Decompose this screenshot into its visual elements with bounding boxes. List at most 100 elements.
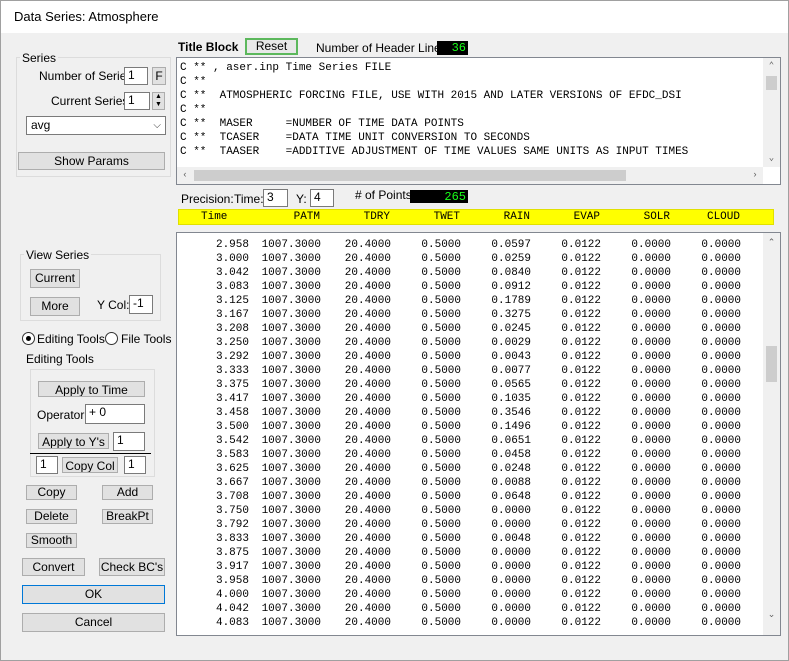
- table-cell: 0.5000: [421, 617, 461, 629]
- title-block-hscroll[interactable]: ‹ ›: [177, 167, 763, 184]
- precision-label: Precision:: [181, 192, 234, 206]
- table-row: 4.000 1007.3000 20.4000 0.5000 0.0000 0.0122 0…: [177, 588, 762, 602]
- title-block-line: C ** , aser.inp Time Series FILE: [180, 62, 392, 74]
- view-more-button[interactable]: More: [30, 297, 80, 316]
- data-vscroll[interactable]: ⌃ ⌄: [763, 233, 780, 635]
- table-cell: 0.0000: [701, 491, 741, 503]
- breakpt-button[interactable]: BreakPt: [102, 509, 153, 524]
- precision-time-input[interactable]: 3: [263, 189, 288, 207]
- ok-button[interactable]: OK: [22, 585, 165, 604]
- table-cell: 3.000: [215, 253, 249, 265]
- data-scroll-thumb[interactable]: [766, 346, 777, 382]
- table-cell: 0.0122: [561, 547, 601, 559]
- table-cell: 3.667: [215, 477, 249, 489]
- table-cell: 0.0000: [631, 575, 671, 587]
- table-cell: 1007.3000: [261, 435, 321, 447]
- table-cell: 0.0000: [701, 617, 741, 629]
- table-cell: 4.083: [215, 617, 249, 629]
- apply-to-time-button[interactable]: Apply to Time: [38, 381, 145, 397]
- table-cell: 0.0122: [561, 505, 601, 517]
- table-row: 3.292 1007.3000 20.4000 0.5000 0.0043 0.0122 0…: [177, 350, 762, 364]
- table-cell: 1007.3000: [261, 421, 321, 433]
- table-row: 3.792 1007.3000 20.4000 0.5000 0.0000 0.0122 0…: [177, 518, 762, 532]
- table-cell: 1007.3000: [261, 617, 321, 629]
- table-cell: 0.0000: [701, 393, 741, 405]
- table-row: 3.417 1007.3000 20.4000 0.5000 0.1035 0.0122 0…: [177, 392, 762, 406]
- copy-col-from-input[interactable]: 1: [36, 456, 58, 474]
- convert-button[interactable]: Convert: [22, 558, 85, 576]
- table-cell: 0.0122: [561, 533, 601, 545]
- precision-y-input[interactable]: 4: [310, 189, 334, 207]
- file-tools-radio-label[interactable]: File Tools: [121, 332, 171, 346]
- table-cell: 0.0122: [561, 323, 601, 335]
- table-cell: 1007.3000: [261, 323, 321, 335]
- table-cell: 20.4000: [344, 547, 391, 559]
- table-cell: 0.1035: [491, 393, 531, 405]
- cancel-button[interactable]: Cancel: [22, 613, 165, 632]
- add-button[interactable]: Add: [102, 485, 153, 500]
- title-bar[interactable]: Data Series: Atmosphere: [1, 1, 788, 33]
- copy-button[interactable]: Copy: [26, 485, 77, 500]
- table-cell: 0.0000: [701, 351, 741, 363]
- scroll-thumb[interactable]: [766, 76, 777, 90]
- table-cell: 0.0122: [561, 477, 601, 489]
- title-block-vscroll[interactable]: ⌃ ⌄: [763, 58, 780, 167]
- table-cell: 3.917: [215, 561, 249, 573]
- spin-up-icon[interactable]: ▲: [153, 93, 164, 101]
- table-row: 3.542 1007.3000 20.4000 0.5000 0.0651 0.0122 0…: [177, 434, 762, 448]
- number-of-series-input[interactable]: 1: [124, 67, 148, 85]
- editing-tools-radio[interactable]: [22, 332, 35, 345]
- scroll-down-icon[interactable]: ⌄: [766, 153, 777, 163]
- table-cell: 20.4000: [344, 477, 391, 489]
- table-row: 3.500 1007.3000 20.4000 0.5000 0.1496 0.0122 0…: [177, 420, 762, 434]
- apply-to-ys-input[interactable]: 1: [113, 432, 145, 451]
- current-series-input[interactable]: 1: [124, 92, 150, 110]
- data-table[interactable]: 2.958 1007.3000 20.4000 0.5000 0.0597 0.0122 0…: [176, 232, 781, 636]
- precision-y-label: Y:: [296, 192, 307, 206]
- hscroll-thumb[interactable]: [194, 170, 626, 181]
- table-cell: 0.5000: [421, 519, 461, 531]
- table-cell: 20.4000: [344, 533, 391, 545]
- table-cell: 0.0122: [561, 463, 601, 475]
- scroll-up-icon[interactable]: ⌃: [766, 61, 777, 71]
- table-row: 3.667 1007.3000 20.4000 0.5000 0.0088 0.0122 0…: [177, 476, 762, 490]
- ycol-input[interactable]: -1: [129, 295, 153, 314]
- table-cell: 1007.3000: [261, 505, 321, 517]
- copy-col-to-input[interactable]: 1: [124, 456, 146, 474]
- scroll-left-icon[interactable]: ‹: [180, 170, 190, 180]
- check-bcs-button[interactable]: Check BC's: [99, 558, 165, 576]
- copy-col-button[interactable]: Copy Col: [62, 457, 118, 473]
- table-cell: 0.0000: [701, 295, 741, 307]
- table-cell: 20.4000: [344, 309, 391, 321]
- view-current-button[interactable]: Current: [30, 269, 80, 288]
- table-cell: 0.0122: [561, 253, 601, 265]
- reset-button[interactable]: Reset: [245, 38, 298, 55]
- data-scroll-up-icon[interactable]: ⌃: [766, 237, 777, 247]
- header-lines-label: Number of Header Lines:: [316, 41, 451, 55]
- series-select[interactable]: avg ⌵: [26, 116, 166, 135]
- show-params-button[interactable]: Show Params: [18, 152, 165, 170]
- series-f-button[interactable]: F: [152, 67, 166, 85]
- operator-input[interactable]: + 0: [85, 404, 145, 424]
- table-cell: 0.0000: [701, 533, 741, 545]
- table-cell: 0.0122: [561, 365, 601, 377]
- table-cell: 0.0248: [491, 463, 531, 475]
- table-cell: 0.0000: [701, 519, 741, 531]
- spin-down-icon[interactable]: ▼: [153, 101, 164, 109]
- delete-button[interactable]: Delete: [26, 509, 77, 524]
- table-cell: 0.0000: [491, 589, 531, 601]
- apply-to-ys-button[interactable]: Apply to Y's: [38, 433, 109, 449]
- table-cell: 0.1496: [491, 421, 531, 433]
- table-cell: 0.0000: [631, 351, 671, 363]
- smooth-button[interactable]: Smooth: [26, 533, 77, 548]
- file-tools-radio[interactable]: [105, 332, 118, 345]
- editing-tools-radio-label[interactable]: Editing Tools: [37, 332, 105, 346]
- table-cell: 0.5000: [421, 547, 461, 559]
- title-block-textarea[interactable]: C ** , aser.inp Time Series FILE C ** C **…: [176, 57, 781, 185]
- scroll-right-icon[interactable]: ›: [750, 170, 760, 180]
- current-series-spinner[interactable]: ▲ ▼: [152, 92, 165, 110]
- table-cell: 0.5000: [421, 407, 461, 419]
- table-cell: 0.0000: [631, 617, 671, 629]
- data-scroll-down-icon[interactable]: ⌄: [766, 609, 777, 619]
- table-cell: 3.833: [215, 533, 249, 545]
